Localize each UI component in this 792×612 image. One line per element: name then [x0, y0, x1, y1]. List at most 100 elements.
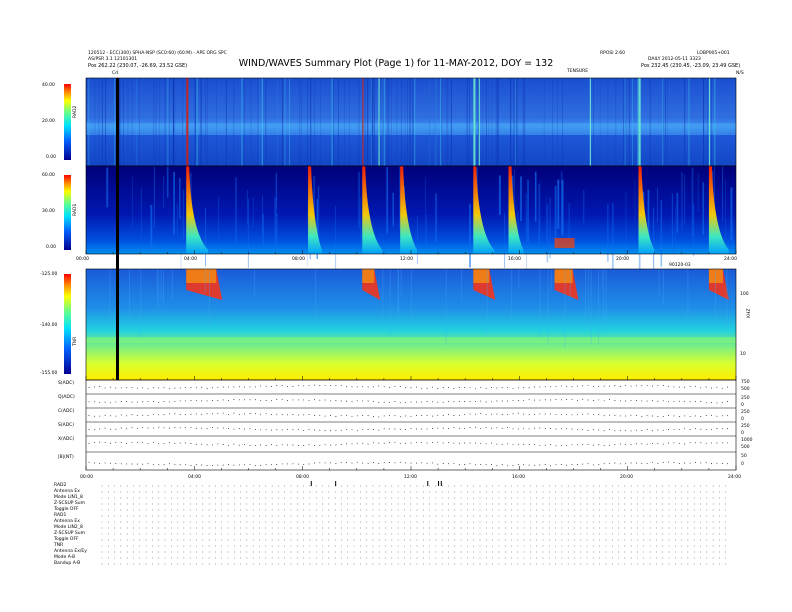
hk-sample: [673, 386, 675, 388]
status-dot: [271, 557, 273, 559]
status-dot: [630, 551, 632, 553]
status-dot: [196, 563, 197, 565]
hk-sample: [657, 429, 659, 431]
status-dot: [189, 551, 191, 553]
hk-sample: [88, 401, 90, 403]
hk-sample: [657, 443, 659, 445]
status-dot: [278, 521, 279, 523]
rad2-streak: [196, 78, 198, 166]
status-dot: [120, 509, 122, 511]
status-dot: [296, 503, 298, 505]
hk-sample: [335, 384, 337, 386]
hk-right-5a: 50: [741, 454, 747, 459]
status-dot: [693, 545, 695, 547]
status-dot: [202, 485, 204, 487]
status-dot: [416, 551, 418, 553]
status-dot: [158, 521, 160, 523]
status-dot: [536, 503, 538, 505]
status-dot: [725, 521, 727, 523]
status-dot: [574, 497, 575, 499]
status-dot: [618, 539, 619, 541]
status-dot: [196, 527, 197, 529]
status-dot: [404, 485, 405, 487]
status-dot: [139, 503, 141, 505]
status-dot: [693, 521, 695, 523]
hk-sample: [673, 400, 675, 402]
hk-sample: [99, 462, 101, 464]
rad1-ytick-mid: 30.00: [42, 209, 55, 214]
status-dot: [624, 515, 626, 517]
status-dot: [725, 491, 727, 493]
status-dot: [215, 491, 216, 493]
status-dot: [624, 557, 626, 559]
status-dot: [523, 533, 525, 535]
status-dot: [309, 527, 311, 529]
status-dot: [164, 527, 166, 529]
status-dot: [517, 551, 519, 553]
status-dot: [284, 503, 286, 505]
status-dot: [473, 491, 475, 493]
status-dot: [309, 497, 311, 499]
hk-sample: [582, 398, 584, 400]
hk-sample: [609, 428, 611, 430]
status-dot: [385, 545, 386, 547]
status-dot: [410, 533, 412, 535]
rad1-streak: [106, 167, 109, 208]
status-dot: [397, 509, 399, 511]
status-dot: [410, 515, 412, 517]
hk-sample: [689, 442, 691, 444]
hk-sample: [464, 427, 466, 429]
hk-sample: [303, 414, 305, 416]
status-dot: [530, 557, 531, 559]
hk-sample: [297, 445, 299, 447]
rad1-streak: [247, 198, 249, 268]
tnr-ytick-bottom: -155.00: [40, 371, 58, 376]
hk-sample: [448, 441, 450, 443]
status-dot: [372, 503, 374, 505]
status-dot: [473, 503, 475, 505]
status-dot: [586, 557, 588, 559]
rad2-streak: [434, 78, 436, 166]
hk-sample: [544, 428, 546, 430]
hk-sample: [625, 415, 627, 417]
status-dot: [706, 551, 708, 553]
status-dot: [618, 485, 619, 487]
status-rad2-row-3: Toggle OFF: [54, 507, 79, 512]
hk-sample: [721, 415, 723, 417]
status-dot: [290, 563, 292, 565]
status-dot: [473, 515, 475, 517]
hk-sample: [351, 443, 353, 445]
status-dot: [120, 485, 122, 487]
rad1-streak: [205, 208, 207, 267]
status-dot: [656, 503, 657, 505]
hk-right-2b: 0: [741, 417, 744, 422]
status-dot: [561, 497, 563, 499]
status-dot: [460, 533, 462, 535]
rad2-streak: [241, 78, 242, 166]
status-dot: [170, 533, 172, 535]
hk-sample: [657, 462, 659, 464]
status-dot: [700, 521, 701, 523]
hk-sample: [432, 441, 433, 443]
status-dot: [315, 509, 317, 511]
hk-sample: [147, 388, 149, 390]
status-dot: [725, 515, 727, 517]
status-dot: [448, 485, 449, 487]
hk-sample: [265, 385, 267, 387]
status-dot: [422, 503, 424, 505]
hk-sample: [110, 386, 111, 388]
status-dot: [454, 563, 456, 565]
status-dot: [397, 563, 399, 565]
status-dot: [416, 509, 418, 511]
hk-sample: [179, 427, 181, 429]
hk-sample: [335, 400, 337, 402]
hk-sample: [480, 413, 482, 415]
status-dot: [536, 491, 538, 493]
hk-sample: [700, 387, 702, 389]
hk-sample: [292, 463, 294, 465]
status-dot: [372, 539, 374, 541]
status-dot: [523, 551, 525, 553]
status-dot: [586, 497, 588, 499]
rad2-streak: [632, 78, 633, 166]
status-dot: [611, 539, 613, 541]
